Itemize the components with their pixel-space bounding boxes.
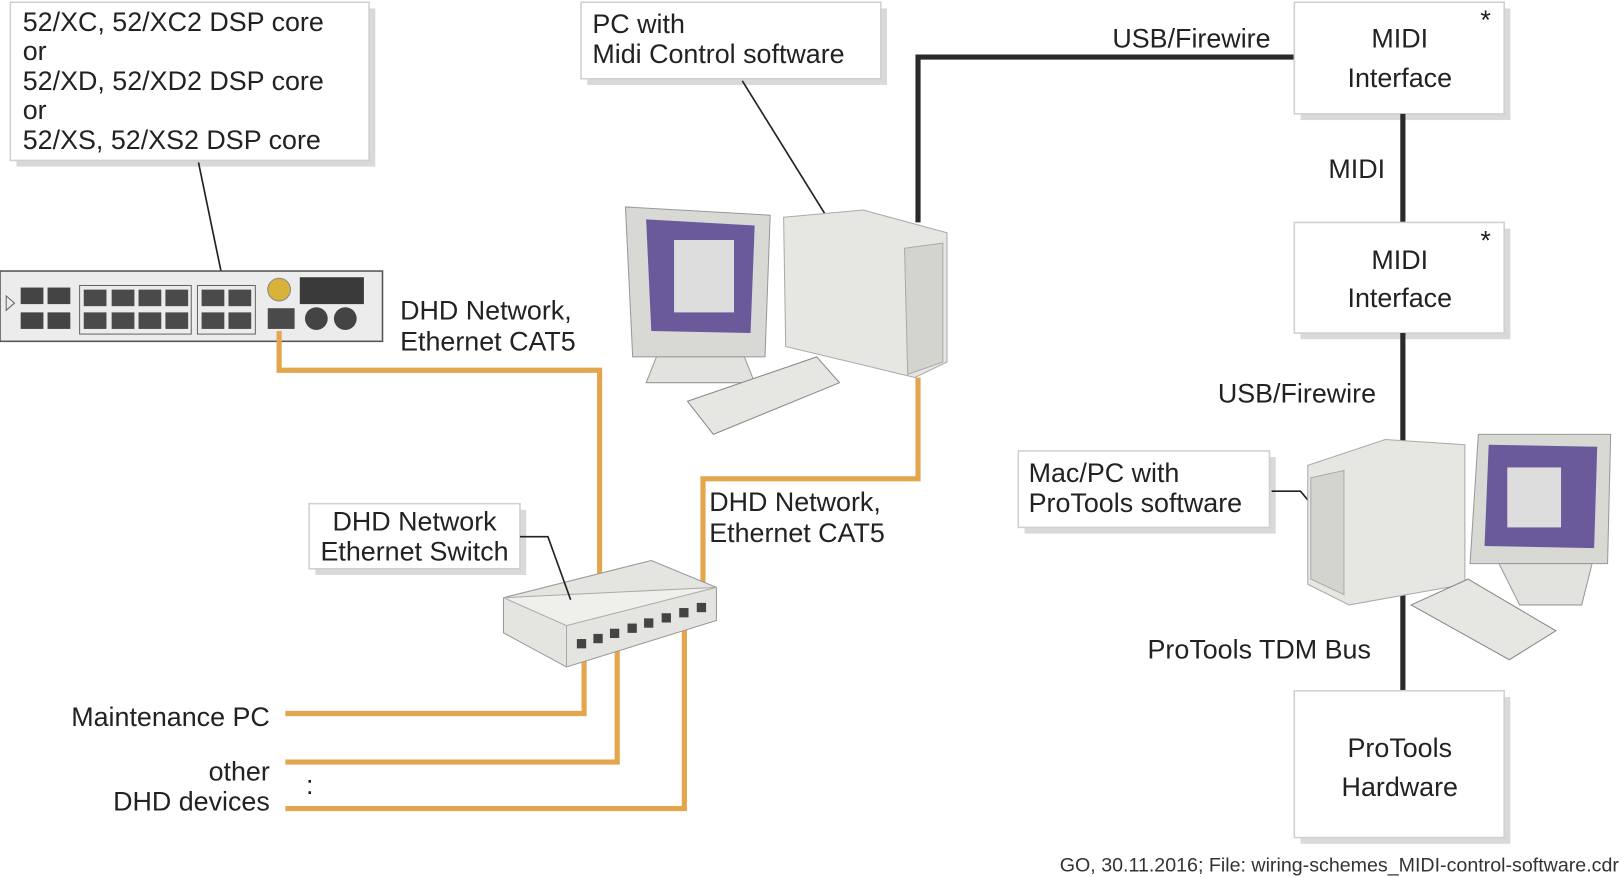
- svg-text:ProTools software: ProTools software: [1029, 488, 1242, 518]
- switch-label-box: DHD Network Ethernet Switch: [308, 502, 527, 575]
- svg-text:52/XD, 52/XD2 DSP core: 52/XD, 52/XD2 DSP core: [23, 66, 324, 96]
- svg-text::: :: [306, 770, 313, 800]
- svg-text:USB/Firewire: USB/Firewire: [1112, 24, 1270, 54]
- usb-cable-top: [915, 54, 1295, 223]
- svg-text:MIDI: MIDI: [1328, 154, 1385, 184]
- svg-text:other: other: [209, 757, 270, 787]
- svg-text:Ethernet CAT5: Ethernet CAT5: [400, 327, 576, 357]
- svg-text:Interface: Interface: [1348, 283, 1453, 313]
- svg-text:*: *: [1480, 225, 1491, 255]
- dsp-leader-line: [197, 162, 224, 278]
- pc-leader-line: [741, 80, 828, 218]
- svg-text:ProTools TDM Bus: ProTools TDM Bus: [1148, 635, 1371, 665]
- svg-text:Maintenance PC: Maintenance PC: [71, 702, 270, 732]
- dsp-core-device: [0, 270, 384, 343]
- svg-text:Midi Control software: Midi Control software: [592, 39, 844, 69]
- svg-text:52/XS, 52/XS2 DSP core: 52/XS, 52/XS2 DSP core: [23, 125, 321, 155]
- svg-text:DHD devices: DHD devices: [113, 787, 270, 817]
- midi-interface-2: MIDI Interface *: [1293, 221, 1511, 340]
- svg-text:*: *: [1480, 5, 1491, 35]
- footer-credit: GO, 30.11.2016; File: wiring-schemes_MID…: [1060, 855, 1620, 877]
- svg-text:ProTools: ProTools: [1348, 733, 1453, 763]
- svg-text:or: or: [23, 36, 47, 66]
- protools-pc: [1307, 433, 1612, 661]
- wiring-diagram: 52/XC, 52/XC2 DSP core or 52/XD, 52/XD2 …: [0, 1, 1620, 877]
- svg-text:MIDI: MIDI: [1371, 245, 1428, 275]
- svg-text:PC with: PC with: [592, 9, 685, 39]
- svg-text:DHD Network: DHD Network: [332, 507, 497, 537]
- svg-text:USB/Firewire: USB/Firewire: [1218, 378, 1376, 408]
- midi-interface-1: MIDI Interface *: [1293, 1, 1511, 121]
- svg-text:DHD Network,: DHD Network,: [400, 296, 572, 326]
- ethernet-cable-maintenance: [285, 646, 587, 717]
- svg-text:52/XC, 52/XC2 DSP core: 52/XC, 52/XC2 DSP core: [23, 7, 324, 37]
- svg-text:Ethernet CAT5: Ethernet CAT5: [709, 518, 885, 548]
- svg-text:MIDI: MIDI: [1371, 24, 1428, 54]
- pc-midi-label-box: PC with Midi Control software: [580, 1, 888, 85]
- dsp-core-label-box: 52/XC, 52/XC2 DSP core or 52/XD, 52/XD2 …: [9, 1, 376, 167]
- svg-text:Interface: Interface: [1348, 63, 1453, 93]
- svg-text:Mac/PC with: Mac/PC with: [1029, 458, 1180, 488]
- macpc-label-box: Mac/PC with ProTools software: [1017, 450, 1276, 534]
- svg-text:Hardware: Hardware: [1342, 772, 1458, 802]
- svg-text:Ethernet Switch: Ethernet Switch: [320, 536, 508, 566]
- midi-control-pc: [624, 206, 948, 435]
- protools-hardware-box: ProTools Hardware: [1293, 689, 1511, 844]
- svg-text:DHD Network,: DHD Network,: [709, 487, 881, 517]
- svg-text:or: or: [23, 95, 47, 125]
